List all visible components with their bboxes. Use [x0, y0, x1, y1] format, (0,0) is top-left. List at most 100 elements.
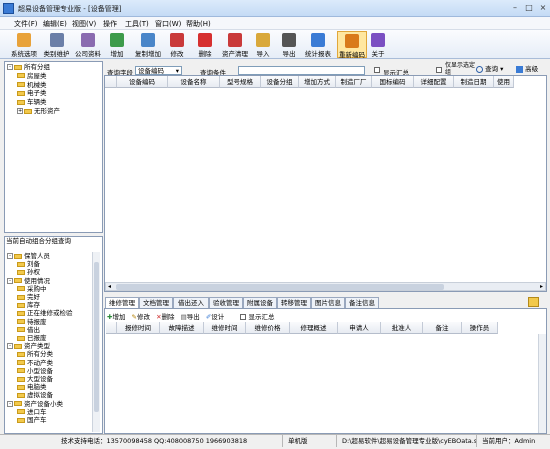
toolbar-button-9[interactable]: 导入 [253, 31, 273, 58]
menu-tools[interactable]: 工具(T) [125, 19, 149, 29]
menu-operation[interactable]: 操作 [103, 19, 117, 29]
column-header[interactable]: 详细配置 [414, 76, 454, 88]
column-header[interactable]: 维修价格 [246, 322, 290, 334]
column-header[interactable]: 制造日期 [454, 76, 494, 88]
tree-node[interactable]: 小型设备 [17, 367, 53, 375]
column-header[interactable]: 报修时间 [117, 322, 160, 334]
menu-window[interactable]: 窗口(W) [155, 19, 181, 29]
tree-node[interactable]: 电子类 [17, 89, 47, 97]
tree-node[interactable]: 采购中 [17, 285, 47, 293]
tab[interactable]: 文档管理 [139, 297, 173, 308]
tab[interactable]: 验收管理 [209, 297, 243, 308]
expand-icon[interactable]: + [17, 108, 23, 114]
tree-node[interactable]: - 所有分组 [7, 63, 50, 71]
repair-design-button[interactable]: ✐设计 [206, 313, 224, 321]
tree-node[interactable]: 进口车 [17, 408, 47, 416]
show-summary-checkbox[interactable] [374, 67, 380, 73]
tree-node[interactable]: + 无形资产 [17, 107, 60, 115]
tree-node[interactable]: 不动产类 [17, 359, 53, 367]
toolbar-button-4[interactable]: 增加 [107, 31, 127, 58]
toolbar-button-1[interactable]: 系统选项 [8, 31, 40, 58]
tree-node[interactable]: 借出 [17, 326, 40, 334]
tab[interactable]: 附属设备 [243, 297, 277, 308]
repair-scrollbar[interactable] [538, 334, 546, 433]
column-header[interactable]: 使用 [494, 76, 514, 88]
toolbar-button-7[interactable]: 删除 [195, 31, 215, 58]
close-button[interactable]: × [536, 2, 550, 14]
collapse-icon[interactable]: - [7, 64, 13, 70]
menu-view[interactable]: 视图(V) [72, 19, 96, 29]
tree-node[interactable]: 库存 [17, 301, 40, 309]
search-button[interactable]: 查询 ▾ [476, 64, 503, 75]
toolbar-button-6[interactable]: 修改 [167, 31, 187, 58]
column-header[interactable]: 操作员 [462, 322, 498, 334]
toolbar-button-8[interactable]: 资产清理 [220, 31, 250, 58]
tree-node[interactable]: - 资产类型 [7, 342, 50, 350]
column-header[interactable]: 修理概述 [290, 322, 338, 334]
column-header[interactable]: 批准人 [381, 322, 423, 334]
column-header[interactable]: 国标编码 [372, 76, 414, 88]
collapse-icon[interactable]: - [7, 253, 13, 259]
toolbar-button-11[interactable]: 统计报表 [302, 31, 334, 58]
tree-node[interactable]: 大型设备 [17, 375, 53, 383]
toolbar-button-3[interactable]: 公司资料 [73, 31, 103, 58]
column-header[interactable]: 设备名称 [168, 76, 220, 88]
query-field-select[interactable]: 设备编码 ▾ [135, 66, 182, 75]
menu-file[interactable]: 文件(F) [14, 19, 38, 29]
repair-summary-checkbox[interactable] [240, 314, 247, 320]
minimize-button[interactable]: – [508, 2, 522, 14]
folder-icon[interactable] [528, 297, 539, 307]
column-header[interactable]: 型号规格 [220, 76, 261, 88]
collapse-icon[interactable]: - [7, 343, 13, 350]
column-header[interactable]: 故障描述 [160, 322, 204, 334]
column-header[interactable]: 维修时间 [204, 322, 246, 334]
collapse-icon[interactable]: - [7, 277, 13, 284]
collapse-icon[interactable]: - [7, 400, 13, 407]
horizontal-scrollbar[interactable]: ◂ ▸ [105, 282, 546, 291]
repair-export-button[interactable]: ▤导出 [181, 313, 200, 321]
tree-node[interactable]: 房屋类 [17, 72, 47, 80]
tab[interactable]: 图片信息 [311, 297, 345, 308]
toolbar-button-2[interactable]: 类别维护 [41, 31, 72, 58]
tree-node[interactable]: 国产车 [17, 416, 47, 424]
maximize-button[interactable]: □ [522, 2, 536, 14]
tab[interactable]: 借出还入 [173, 297, 209, 308]
tree-node[interactable]: - 使用情况 [7, 277, 50, 285]
column-header[interactable]: 增加方式 [299, 76, 336, 88]
tab[interactable]: 转移管理 [277, 297, 311, 308]
tree-node[interactable]: 机械类 [17, 81, 47, 89]
toolbar-button-13[interactable]: 关于 [369, 31, 387, 58]
tree-node[interactable]: 完好 [17, 293, 40, 301]
tree-node[interactable]: 已报废 [17, 334, 47, 342]
menu-help[interactable]: 帮助(H) [186, 19, 211, 29]
tree-node[interactable]: 孙权 [17, 268, 40, 276]
column-header[interactable]: 申请人 [338, 322, 381, 334]
tree-node[interactable]: 车辆类 [17, 98, 47, 106]
menu-edit[interactable]: 编辑(E) [43, 19, 67, 29]
column-header[interactable]: 设备分组 [261, 76, 299, 88]
tree-scrollbar[interactable] [92, 252, 100, 432]
tree-node[interactable]: - 保管人员 [7, 252, 50, 260]
device-grid[interactable] [104, 75, 547, 292]
tree-node[interactable]: 正在维修或检验 [17, 309, 73, 317]
tab[interactable]: 备注信息 [345, 297, 379, 308]
tree-node[interactable]: 所有分类 [17, 350, 53, 358]
column-header[interactable]: 制造厂厂 [336, 76, 372, 88]
advanced-button[interactable]: 高级 [516, 64, 538, 75]
column-header[interactable]: 设备编码 [117, 76, 168, 88]
toolbar-button-10[interactable]: 导出 [279, 31, 299, 58]
query-condition-input[interactable] [238, 66, 365, 75]
tab[interactable]: 维修管理 [105, 297, 139, 308]
repair-delete-button[interactable]: ✕删除 [156, 313, 174, 321]
tree-node[interactable]: 刘备 [17, 260, 40, 268]
repair-edit-button[interactable]: ✎修改 [132, 313, 150, 321]
only-selected-checkbox[interactable] [436, 67, 442, 73]
column-header[interactable]: 备注 [423, 322, 462, 334]
tree-node[interactable]: 待报废 [17, 318, 47, 326]
toolbar-button-5[interactable]: 复制增加 [131, 31, 165, 58]
tree-node[interactable]: 虚拟设备 [17, 391, 53, 399]
repair-add-button[interactable]: ✚增加 [107, 313, 125, 321]
tree-node[interactable]: 电脑类 [17, 383, 47, 391]
tree-node[interactable]: - 资产设备小类 [7, 400, 63, 408]
toolbar-button-12[interactable]: 重新编码 [337, 31, 367, 59]
